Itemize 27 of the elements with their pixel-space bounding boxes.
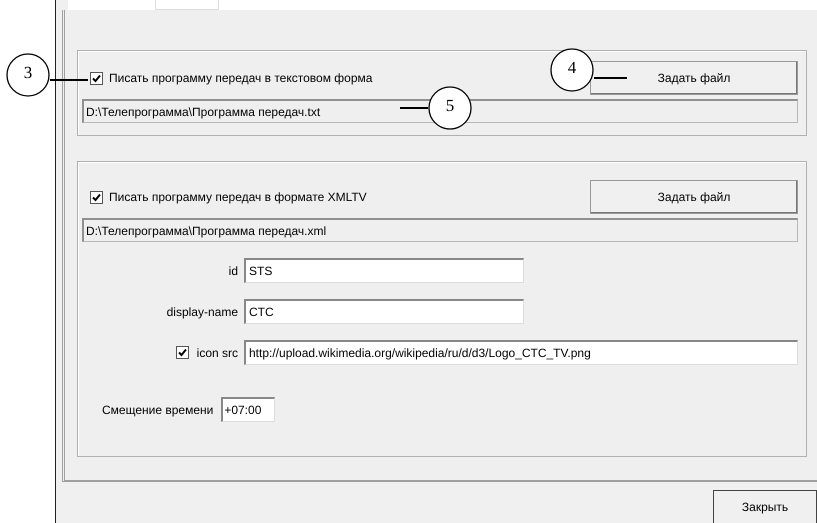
checkbox-label: icon src — [196, 346, 238, 360]
close-button[interactable]: Закрыть — [713, 490, 817, 523]
leader-line — [594, 77, 627, 79]
callout-number: 5 — [446, 96, 454, 116]
checkbox[interactable] — [90, 72, 103, 84]
callout-circle — [6, 53, 50, 97]
field-label: display-name — [166, 304, 238, 318]
callout-circle — [550, 48, 594, 92]
set-file-button[interactable]: Задать файл — [590, 180, 798, 214]
input-field[interactable]: +07:00 — [221, 397, 276, 422]
input-field[interactable]: STS — [244, 258, 524, 283]
callout-number: 4 — [568, 58, 576, 78]
path-field: D:\Телепрограмма\Программа передач.xml — [82, 218, 798, 242]
field-label: id — [228, 264, 238, 278]
input-field[interactable]: http://upload.wikimedia.org/wikipedia/ru/d/d3/Logo_CTC_TV.png — [244, 340, 798, 365]
field-label: Смещение времени — [101, 402, 214, 416]
callout-circle — [428, 86, 472, 130]
set-file-button[interactable]: Задать файл — [590, 61, 798, 95]
leader-line — [50, 79, 88, 81]
checkbox-label: Писать программу передач в текстовом форма — [109, 71, 372, 85]
checkbox[interactable] — [176, 346, 189, 359]
input-field[interactable]: CTC — [244, 299, 524, 324]
checkbox[interactable] — [90, 190, 103, 204]
leader-line — [400, 107, 428, 109]
callout-number: 3 — [24, 63, 32, 83]
input-field[interactable] — [155, 0, 219, 10]
checkbox-label: Писать программу передач в формате XMLTV — [109, 190, 367, 204]
